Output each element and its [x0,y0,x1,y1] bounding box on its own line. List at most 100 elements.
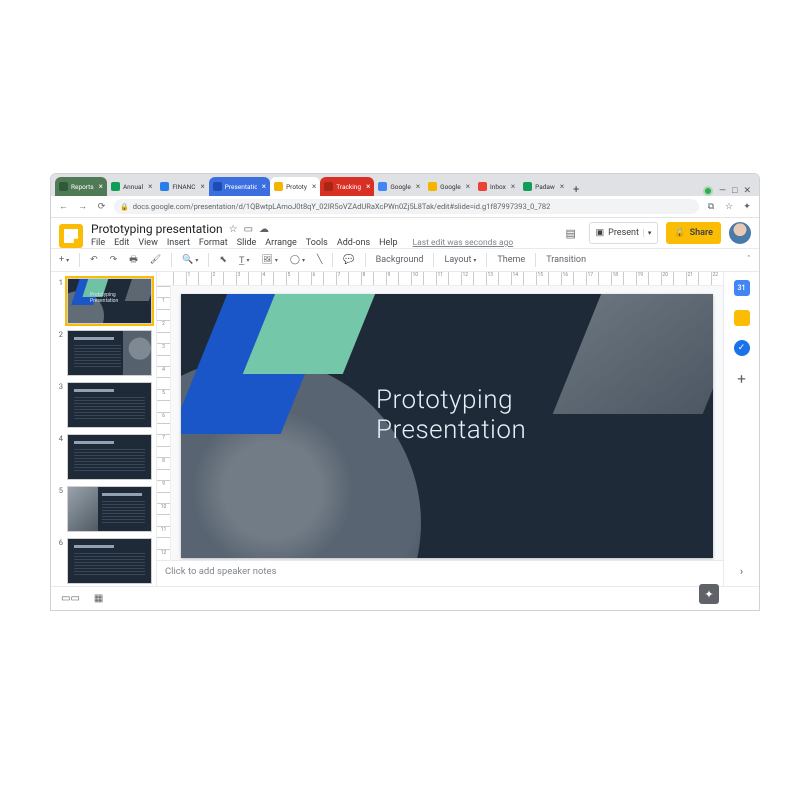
account-indicator[interactable] [703,186,713,196]
calendar-addon-icon[interactable] [734,280,750,296]
tab-label: Annual [123,183,143,191]
menu-slide[interactable]: Slide [237,238,257,248]
move-icon[interactable]: ▭ [244,224,253,235]
thumb-number: 5 [55,486,63,532]
tab-close-button[interactable]: × [99,182,103,191]
browser-tab[interactable]: Annual × [107,177,156,196]
shape-tool[interactable]: ◯▾ [286,253,309,267]
slide-shape-gray [553,294,713,414]
slide-canvas[interactable]: Prototyping Presentation [181,294,713,558]
speaker-notes[interactable]: Click to add speaker notes [157,560,723,586]
slides-logo[interactable] [59,224,83,248]
favicon [59,182,68,191]
tasks-addon-icon[interactable] [734,340,750,356]
hide-sidepanel-button[interactable]: › [740,565,743,578]
side-panel: + › [723,272,759,586]
menu-file[interactable]: File [91,238,105,248]
zoom-button[interactable]: 🔍▾ [178,253,202,267]
url-box[interactable]: 🔒 docs.google.com/presentation/d/1QBwtpL… [114,199,699,214]
transition-button[interactable]: Transition [542,253,590,267]
menu-arrange[interactable]: Arrange [265,238,297,248]
share-button[interactable]: 🔒 Share [666,222,721,244]
tab-close-button[interactable]: × [416,182,420,191]
slide-title-text[interactable]: Prototyping Presentation [376,386,526,446]
present-dropdown[interactable]: ▾ [643,229,652,237]
redo-button[interactable]: ↷ [106,253,122,267]
slide-thumbnail[interactable]: 4 [55,434,152,480]
maximize-button[interactable]: □ [732,185,737,196]
minimize-button[interactable]: — [719,186,726,196]
tab-close-button[interactable]: × [262,182,266,191]
forward-button[interactable]: → [76,201,89,212]
browser-tab[interactable]: Reports× [55,177,107,196]
open-external-icon[interactable]: ⧉ [705,202,717,212]
paint-format-button[interactable]: 🖌 [146,253,165,267]
tab-label: FINANC [172,183,195,191]
theme-button[interactable]: Theme [493,253,529,267]
browser-tab[interactable]: Google× [424,177,474,196]
collapse-toolbar-button[interactable]: ˆ [743,253,755,267]
slide-thumbnail[interactable]: 3 [55,382,152,428]
browser-tab[interactable]: Padaw× [519,177,568,196]
menu-view[interactable]: View [138,238,157,248]
app-header: Prototyping presentation ☆ ▭ ☁ FileEditV… [51,218,759,248]
favicon [274,182,283,191]
comment-tool[interactable]: 💬 [339,253,358,267]
menu-add-ons[interactable]: Add-ons [337,238,370,248]
new-slide-button[interactable]: +▾ [55,253,73,267]
browser-tab[interactable]: Presentations× [209,177,270,196]
thumb-number: 2 [55,330,63,376]
new-tab-button[interactable]: + [568,183,584,196]
grid-view-button[interactable]: ▦ [94,593,103,604]
slide-thumbnail[interactable]: 6 [55,538,152,584]
browser-tab[interactable]: Google× [374,177,424,196]
tab-close-button[interactable]: × [201,182,205,191]
tab-label: Inbox [490,183,506,191]
slide-title-line2: Presentation [376,416,526,446]
last-edit-status[interactable]: Last edit was seconds ago [413,238,514,248]
tab-close-button[interactable]: × [511,182,515,191]
slide-thumbnail[interactable]: 2 [55,330,152,376]
browser-tab[interactable]: FINANC × [156,177,208,196]
tab-close-button[interactable]: × [560,182,564,191]
tab-close-button[interactable]: × [312,182,316,191]
select-tool[interactable]: ⬉ [215,253,231,267]
image-tool[interactable]: 🖼▾ [257,253,281,267]
background-button[interactable]: Background [372,253,428,267]
menu-tools[interactable]: Tools [306,238,328,248]
comments-button[interactable]: ▤ [561,223,581,243]
star-doc-icon[interactable]: ☆ [229,224,238,235]
thumbnail-panel[interactable]: 1PrototypingPresentation 2 3 4 5 6 [51,272,157,586]
account-avatar[interactable] [729,222,751,244]
lock-icon: 🔒 [120,203,129,211]
back-button[interactable]: ← [57,201,70,212]
keep-addon-icon[interactable] [734,310,750,326]
document-title[interactable]: Prototyping presentation [91,222,223,236]
present-button[interactable]: ▣ Present ▾ [589,222,659,244]
reload-button[interactable]: ⟳ [95,202,108,212]
textbox-tool[interactable]: T̲▾ [235,253,254,268]
slide-thumbnail[interactable]: 5 [55,486,152,532]
slide-stage[interactable]: Prototyping Presentation [171,286,723,560]
menu-edit[interactable]: Edit [114,238,129,248]
browser-tab[interactable]: Prototy× [270,177,320,196]
tab-close-button[interactable]: × [366,182,370,191]
browser-tab[interactable]: Tracking× [320,177,374,196]
undo-button[interactable]: ↶ [86,253,102,267]
menu-format[interactable]: Format [199,238,228,248]
tab-close-button[interactable]: × [466,182,470,191]
explore-button[interactable]: ✦ [699,584,719,604]
print-button[interactable]: 🖶 [125,250,142,270]
browser-tab[interactable]: Inbox × [474,177,519,196]
get-addons-button[interactable]: + [737,370,746,388]
filmstrip-view-button[interactable]: ▭▭ [61,593,80,604]
star-icon[interactable]: ☆ [723,202,735,212]
menu-help[interactable]: Help [379,238,397,248]
layout-button[interactable]: Layout▾ [440,253,480,267]
slide-thumbnail[interactable]: 1PrototypingPresentation [55,278,152,324]
line-tool[interactable]: ╲ [313,253,326,267]
menu-insert[interactable]: Insert [167,238,190,248]
extensions-icon[interactable]: ✦ [741,202,753,212]
tab-close-button[interactable]: × [148,182,152,191]
close-window-button[interactable]: ✕ [743,186,751,196]
